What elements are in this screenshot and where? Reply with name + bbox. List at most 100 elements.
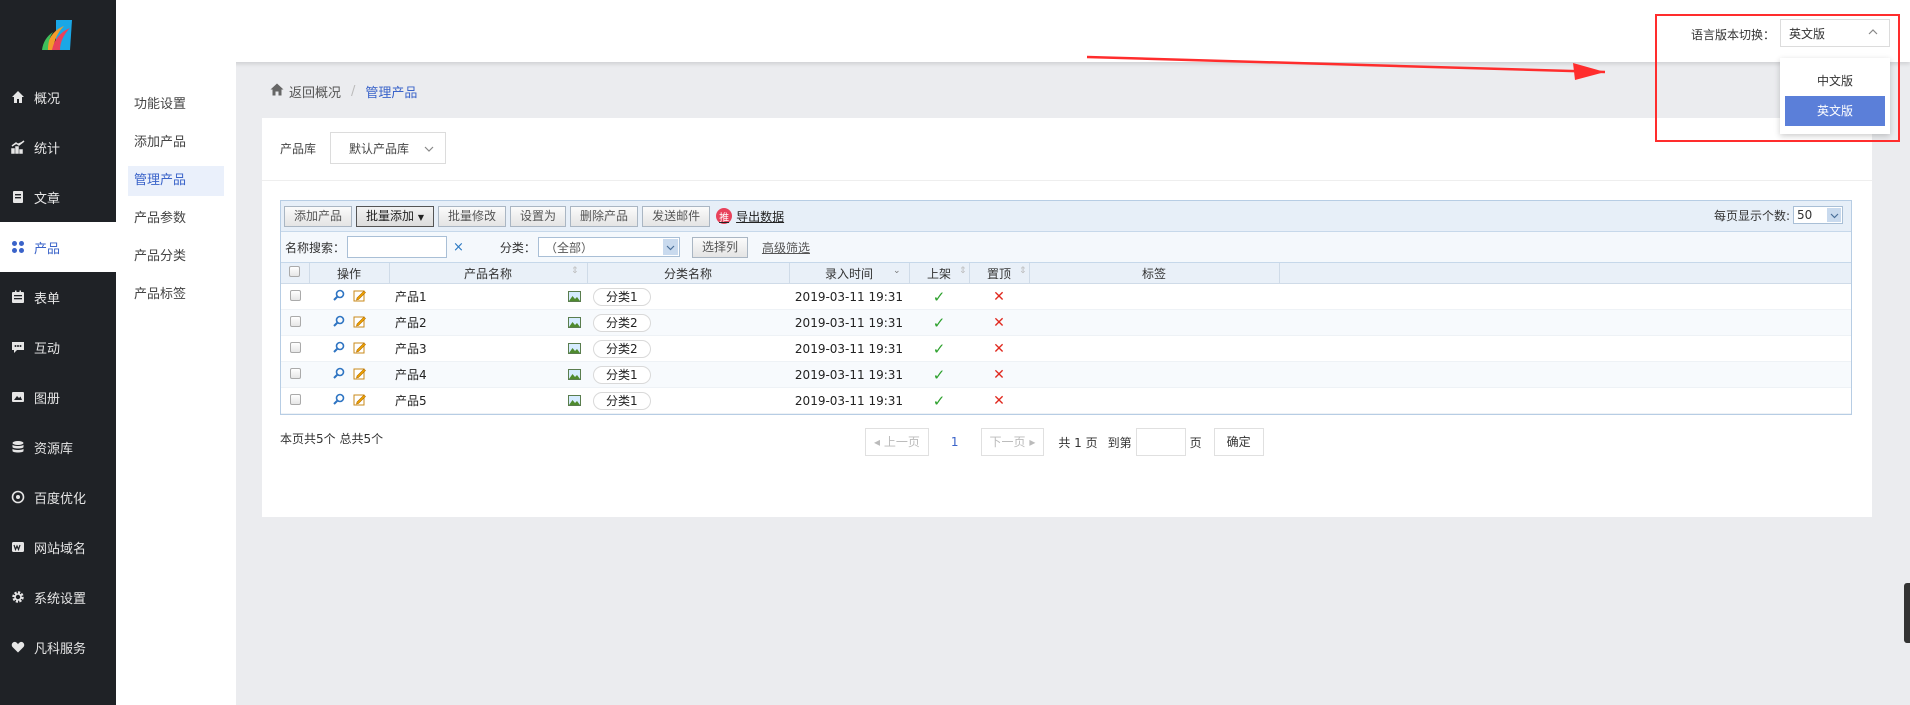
- sidebar-item-overview[interactable]: 概况: [0, 72, 116, 122]
- page-scrollbar-handle[interactable]: [1904, 583, 1910, 643]
- sidebar-item-label: 统计: [34, 141, 61, 157]
- sidebar-item-interaction[interactable]: 互动: [0, 322, 116, 372]
- clear-search-icon[interactable]: ×: [453, 240, 464, 255]
- product-name[interactable]: 产品3: [395, 342, 427, 356]
- total-pages: 共 1 页: [1058, 435, 1098, 450]
- subnav-product-categories[interactable]: 产品分类: [128, 242, 224, 272]
- language-option-english[interactable]: 英文版: [1785, 96, 1885, 126]
- column-header-entry-time[interactable]: 录入时间 ⌄: [789, 263, 910, 284]
- set-as-button[interactable]: 设置为: [510, 205, 567, 227]
- edit-icon[interactable]: [353, 315, 366, 331]
- product-image-icon[interactable]: [568, 395, 581, 409]
- sidebar-item-settings[interactable]: 系统设置: [0, 572, 116, 622]
- advanced-filter-link[interactable]: 高级筛选: [762, 239, 810, 256]
- table-row[interactable]: 产品4 分类1 2019-03-11 19:31 ✓ ✕: [281, 361, 1851, 388]
- goto-page-confirm-button[interactable]: 确定: [1213, 428, 1264, 456]
- sidebar-item-statistics[interactable]: 统计: [0, 122, 116, 172]
- prev-page-button[interactable]: ◂ 上一页: [865, 428, 929, 456]
- sidebar-item-albums[interactable]: 图册: [0, 372, 116, 422]
- edit-icon[interactable]: [353, 393, 366, 409]
- batch-add-button[interactable]: 批量添加 ▼: [356, 205, 435, 227]
- table-row[interactable]: 产品2 分类2 2019-03-11 19:31 ✓ ✕: [281, 309, 1851, 336]
- breadcrumb-home-link[interactable]: 返回概况: [270, 82, 341, 101]
- column-header-pinned[interactable]: 置顶 ⇕: [969, 263, 1030, 284]
- sidebar-item-services[interactable]: 凡科服务: [0, 622, 116, 672]
- language-option-chinese[interactable]: 中文版: [1785, 66, 1885, 96]
- next-page-button[interactable]: 下一页 ▸: [980, 428, 1045, 456]
- category-tag[interactable]: 分类1: [593, 287, 651, 306]
- on-shelf-check-icon[interactable]: ✓: [933, 366, 946, 384]
- subnav-product-tags[interactable]: 产品标签: [128, 280, 224, 310]
- product-name[interactable]: 产品4: [395, 368, 427, 382]
- subnav-feature-settings[interactable]: 功能设置: [128, 90, 224, 120]
- row-checkbox[interactable]: [289, 367, 301, 379]
- table-row[interactable]: 产品1 分类1 2019-03-11 19:31 ✓ ✕: [281, 283, 1851, 310]
- category-tag[interactable]: 分类2: [593, 339, 651, 358]
- column-header-category[interactable]: 分类名称: [587, 263, 790, 284]
- product-image-icon[interactable]: [568, 317, 581, 331]
- view-icon[interactable]: [332, 315, 345, 330]
- on-shelf-check-icon[interactable]: ✓: [933, 392, 946, 410]
- sidebar-item-articles[interactable]: 文章: [0, 172, 116, 222]
- pinned-cross-icon[interactable]: ✕: [993, 289, 1005, 305]
- category-tag[interactable]: 分类1: [593, 365, 651, 384]
- sidebar-item-resources[interactable]: 资源库: [0, 422, 116, 472]
- library-select[interactable]: 默认产品库: [330, 132, 447, 164]
- table-row[interactable]: 产品3 分类2 2019-03-11 19:31 ✓ ✕: [281, 335, 1851, 362]
- sidebar-item-seo[interactable]: 百度优化: [0, 472, 116, 522]
- subnav-manage-products[interactable]: 管理产品: [128, 166, 224, 196]
- row-checkbox[interactable]: [289, 289, 301, 301]
- delete-product-button[interactable]: 删除产品: [570, 205, 639, 227]
- product-image-icon[interactable]: [568, 291, 581, 305]
- name-search-input[interactable]: [347, 236, 448, 258]
- select-columns-button[interactable]: 选择列: [691, 236, 748, 258]
- edit-icon[interactable]: [353, 367, 366, 383]
- row-checkbox[interactable]: [289, 315, 301, 327]
- view-icon[interactable]: [332, 289, 345, 304]
- column-header-label: 录入时间: [824, 266, 873, 281]
- product-image-icon[interactable]: [568, 343, 581, 357]
- batch-edit-button[interactable]: 批量修改: [438, 205, 507, 227]
- view-icon[interactable]: [332, 393, 345, 408]
- on-shelf-check-icon[interactable]: ✓: [933, 340, 946, 358]
- per-page-select[interactable]: 50: [1793, 206, 1843, 224]
- edit-icon[interactable]: [353, 341, 366, 357]
- category-tag[interactable]: 分类2: [593, 313, 651, 332]
- export-data-link[interactable]: 推 导出数据: [716, 208, 784, 225]
- view-icon[interactable]: [332, 367, 345, 382]
- subnav-add-product[interactable]: 添加产品: [128, 128, 224, 158]
- send-email-button[interactable]: 发送邮件: [642, 205, 711, 227]
- pinned-cross-icon[interactable]: ✕: [993, 315, 1005, 331]
- pinned-cross-icon[interactable]: ✕: [993, 367, 1005, 383]
- on-shelf-check-icon[interactable]: ✓: [933, 314, 946, 332]
- sidebar-item-domains[interactable]: 网站域名: [0, 522, 116, 572]
- table-row[interactable]: 产品5 分类1 2019-03-11 19:31 ✓ ✕: [281, 387, 1851, 414]
- category-filter-select[interactable]: （全部）: [537, 237, 680, 257]
- category-tag[interactable]: 分类1: [593, 391, 651, 410]
- home-icon: [10, 89, 26, 105]
- view-icon[interactable]: [332, 341, 345, 356]
- pinned-cross-icon[interactable]: ✕: [993, 393, 1005, 409]
- row-checkbox[interactable]: [289, 393, 301, 405]
- pinned-cross-icon[interactable]: ✕: [993, 341, 1005, 357]
- language-select[interactable]: 英文版: [1780, 19, 1890, 47]
- column-header-product-name[interactable]: 产品名称 ⇕: [389, 263, 588, 284]
- per-page-value: 50: [1797, 208, 1813, 222]
- current-page-number[interactable]: 1: [951, 435, 959, 449]
- add-product-button[interactable]: 添加产品: [284, 205, 353, 227]
- select-all-checkbox[interactable]: [289, 266, 301, 277]
- edit-icon[interactable]: [353, 289, 366, 305]
- brand-logo[interactable]: [0, 0, 116, 72]
- goto-page-input[interactable]: [1135, 428, 1186, 456]
- on-shelf-check-icon[interactable]: ✓: [933, 288, 946, 306]
- library-select-value: 默认产品库: [349, 141, 410, 156]
- product-name[interactable]: 产品1: [395, 290, 427, 304]
- sidebar-item-forms[interactable]: 表单: [0, 272, 116, 322]
- sidebar-item-products[interactable]: 产品: [0, 222, 116, 272]
- product-name[interactable]: 产品5: [395, 394, 427, 408]
- row-checkbox[interactable]: [289, 341, 301, 353]
- product-name[interactable]: 产品2: [395, 316, 427, 330]
- product-image-icon[interactable]: [568, 369, 581, 383]
- column-header-on-shelf[interactable]: 上架 ⇕: [909, 263, 970, 284]
- subnav-product-params[interactable]: 产品参数: [128, 204, 224, 234]
